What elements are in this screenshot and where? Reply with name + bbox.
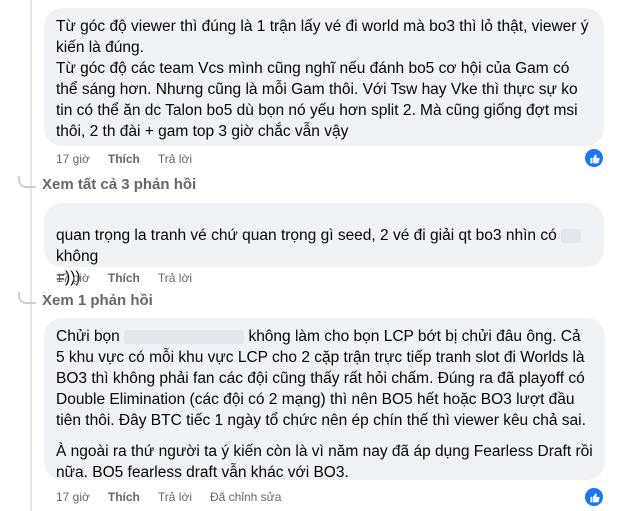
reply-branch-icon: [18, 291, 36, 304]
edited-label: Đã chỉnh sửa: [209, 490, 282, 504]
like-thumb-icon: [585, 488, 603, 506]
comment-bubble: quan trọng la tranh vé chứ quan trọng gì…: [44, 203, 604, 286]
comment-bubble: Chửi bọn không làm cho bọn LCP bớt bị ch…: [44, 318, 605, 481]
thread-line: [30, 0, 32, 511]
view-replies-link[interactable]: Xem tất cả 3 phản hồi: [10, 175, 196, 193]
reply-button[interactable]: Trả lời: [158, 152, 192, 166]
comment-text: Từ góc độ viewer thì đúng là 1 trận lấy …: [56, 18, 589, 56]
view-replies-link[interactable]: Xem 1 phản hồi: [10, 291, 153, 309]
comment-time[interactable]: 17 giờ: [56, 271, 90, 285]
comment-text: À ngoài ra thứ người ta ý kiến còn là vì…: [56, 443, 593, 481]
redacted-text: [561, 228, 582, 243]
reply-button[interactable]: Trả lời: [158, 271, 192, 285]
comment-bubble: Từ góc độ viewer thì đúng là 1 trận lấy …: [44, 8, 604, 146]
redacted-text: [124, 329, 245, 344]
comment-time[interactable]: 17 giờ: [56, 490, 90, 504]
comment-time[interactable]: 17 giờ: [56, 152, 90, 166]
like-button[interactable]: Thích: [108, 152, 140, 166]
comment-actions: 17 giờ Thích Trả lời: [56, 271, 192, 285]
comment-actions: 17 giờ Thích Trả lời: [56, 152, 192, 166]
reply-branch-icon: [18, 175, 36, 188]
like-button[interactable]: Thích: [108, 490, 140, 504]
like-button[interactable]: Thích: [108, 271, 140, 285]
like-thumb-icon: [585, 149, 603, 167]
comment-text: Từ góc độ các team Vcs mình cũng nghĩ nế…: [56, 60, 578, 140]
comment-text: quan trọng la tranh vé chứ quan trọng gì…: [56, 225, 592, 267]
reply-button[interactable]: Trả lời: [158, 490, 192, 504]
comment-actions: 17 giờ Thích Trả lời Đã chỉnh sửa: [56, 490, 281, 504]
comment-text: Chửi bọn không làm cho bọn LCP bớt bị ch…: [56, 328, 586, 429]
